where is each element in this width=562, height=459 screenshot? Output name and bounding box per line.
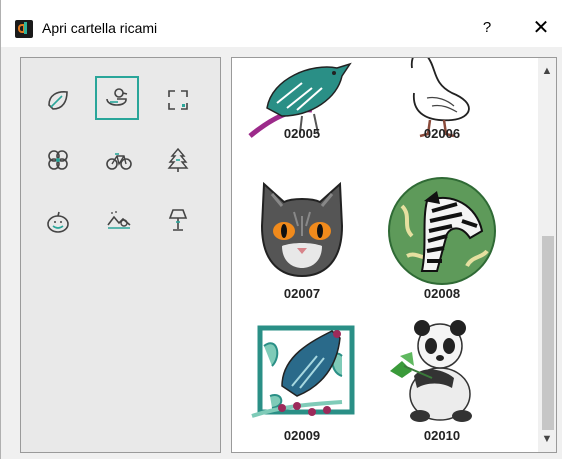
category-leaf-button[interactable] — [36, 78, 80, 122]
design-item-02007[interactable]: 02007 — [242, 176, 362, 301]
design-item-02009[interactable]: 02009 — [242, 316, 362, 443]
category-frame-button[interactable] — [156, 78, 200, 122]
design-item-02010[interactable]: 02010 — [382, 316, 502, 443]
category-lamp-button[interactable] — [156, 198, 200, 242]
scroll-thumb[interactable] — [542, 236, 554, 430]
zebra-circle-icon — [388, 177, 496, 285]
bird-frame-icon — [251, 325, 355, 418]
scroll-down-icon[interactable]: ▼ — [538, 430, 556, 448]
flower-icon — [48, 150, 68, 170]
panda-icon — [390, 320, 472, 422]
category-panel — [20, 57, 221, 453]
design-code: 02010 — [423, 428, 461, 443]
design-item-02008[interactable]: 02008 — [382, 176, 502, 301]
category-bicycle-button[interactable] — [97, 138, 141, 182]
vertical-scrollbar[interactable]: ▲ ▼ — [538, 58, 556, 452]
cat-face-icon — [260, 181, 344, 278]
category-duck-button[interactable] — [95, 76, 139, 120]
design-code: 02006 — [423, 126, 461, 141]
category-pumpkin-button[interactable] — [36, 200, 80, 244]
duck-icon — [106, 88, 128, 106]
lamp-icon — [168, 209, 188, 231]
design-code: 02007 — [283, 286, 321, 301]
dialog-window: Apri cartella ricami ? ✕ 02005 02006 020… — [0, 0, 562, 459]
window-title: Apri cartella ricami — [42, 20, 158, 36]
category-tree-button[interactable] — [156, 138, 200, 182]
landscape-icon — [107, 211, 131, 229]
design-item-02006[interactable]: 02006 — [382, 58, 502, 148]
design-code: 02005 — [283, 126, 321, 141]
frame-icon — [168, 90, 188, 110]
category-landscape-button[interactable] — [97, 198, 141, 242]
scroll-up-icon[interactable]: ▲ — [538, 62, 556, 80]
designs-panel[interactable]: 02005 02006 02007 02008 02009 02010 ▲ ▼ — [231, 57, 557, 453]
pumpkin-icon — [47, 211, 69, 233]
help-button[interactable]: ? — [475, 14, 499, 42]
close-button[interactable]: ✕ — [528, 14, 554, 42]
app-logo-icon — [15, 20, 33, 38]
design-code: 02008 — [423, 286, 461, 301]
design-code: 02009 — [283, 428, 321, 443]
tree-icon — [167, 147, 189, 172]
category-flower-button[interactable] — [36, 138, 80, 182]
design-item-02005[interactable]: 02005 — [242, 58, 362, 148]
title-bar[interactable]: Apri cartella ricami ? ✕ — [1, 0, 562, 47]
bicycle-icon — [106, 153, 132, 170]
leaf-icon — [48, 91, 68, 110]
